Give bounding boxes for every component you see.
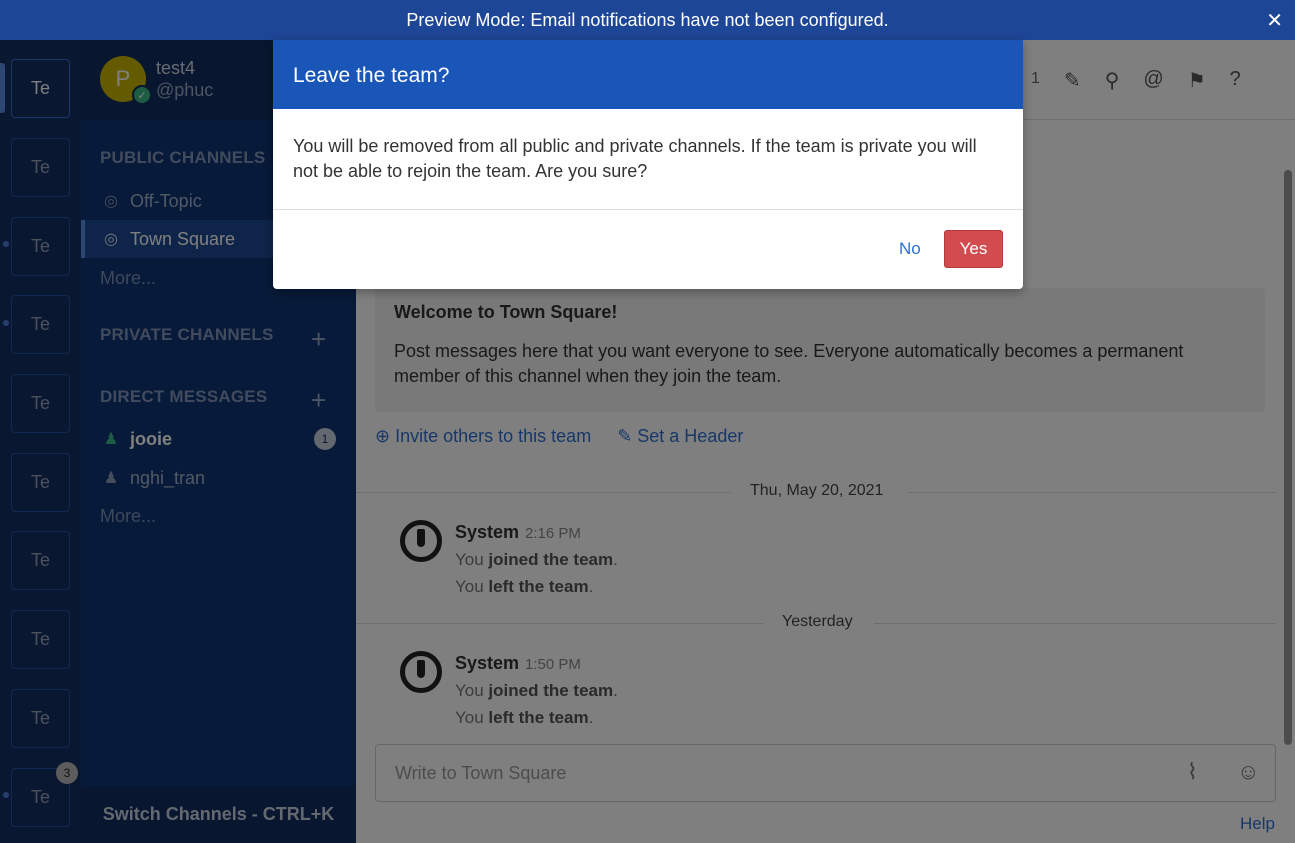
yes-button[interactable]: Yes (944, 230, 1003, 268)
banner-text: Preview Mode: Email notifications have n… (406, 9, 889, 30)
no-button[interactable]: No (899, 239, 921, 259)
leave-team-modal: Leave the team? You will be removed from… (273, 40, 1023, 289)
preview-banner: Preview Mode: Email notifications have n… (0, 0, 1295, 40)
modal-body: You will be removed from all public and … (273, 109, 1023, 210)
close-icon[interactable]: ✕ (1266, 8, 1283, 33)
modal-footer: No Yes (273, 210, 1023, 289)
modal-title: Leave the team? (273, 40, 1023, 109)
